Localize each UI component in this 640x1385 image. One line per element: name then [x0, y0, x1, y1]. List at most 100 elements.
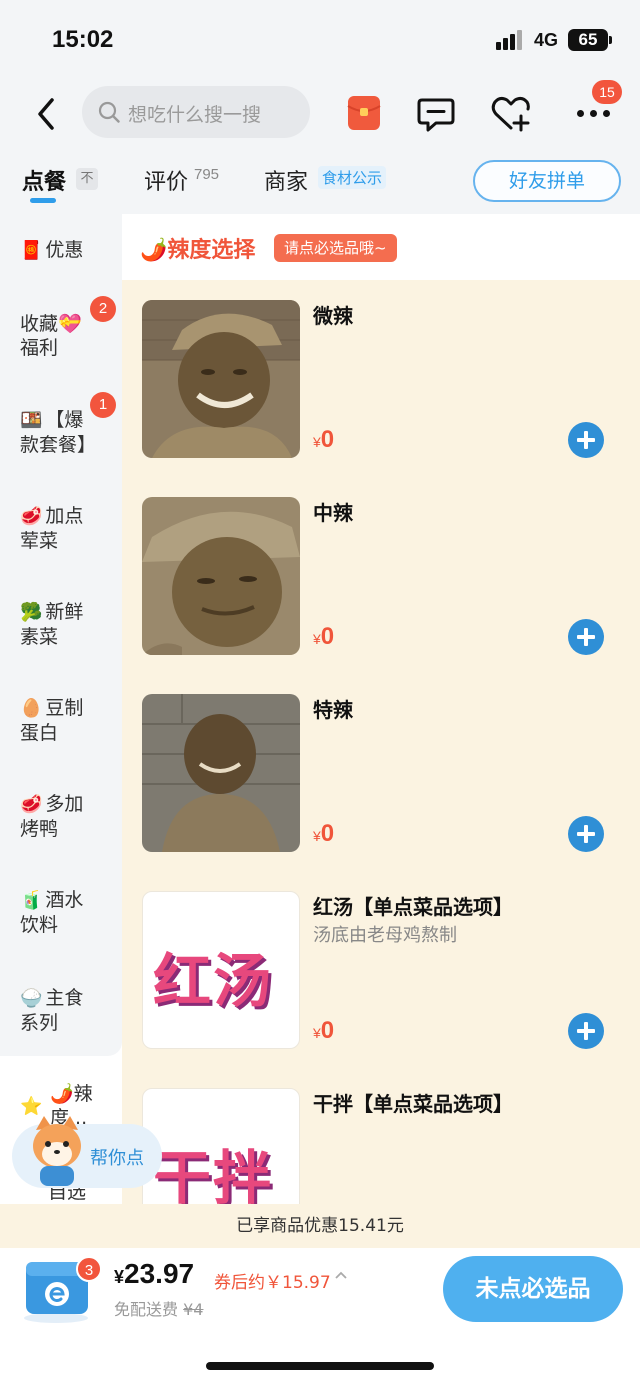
delivery-label: 免配送费: [114, 1300, 179, 1319]
shiba-mascot-icon: [33, 1116, 81, 1186]
product-price: ¥0: [313, 820, 335, 847]
signal-icon: [496, 30, 524, 50]
more-icon[interactable]: [574, 110, 614, 120]
coupon-price[interactable]: 券后约￥15.97: [214, 1268, 331, 1293]
sidebar-item-label: 素菜: [20, 626, 59, 648]
product-price: ¥0: [313, 426, 335, 453]
red-packet-icon[interactable]: [346, 94, 382, 132]
product-image-text: 红汤: [153, 947, 274, 1015]
tab-active-indicator: [30, 198, 56, 203]
product-image: [142, 694, 300, 852]
product-card[interactable]: 红汤 红汤【单点菜品选项】 汤底由老母鸡熬制 ¥0: [140, 891, 640, 1061]
sidebar-item-label: 系列: [20, 1012, 59, 1034]
sidebar-item-label: 主食: [45, 987, 84, 1009]
delivery-old-price: ¥4: [183, 1300, 204, 1319]
network-type: 4G: [534, 30, 559, 50]
product-name: 干拌【单点菜品选项】: [313, 1092, 513, 1116]
sidebar-item-drinks[interactable]: 🧃 酒水 饮料: [20, 888, 116, 937]
tab-bar: 点餐 不 评价 795 商家 食材公示 好友拼单: [0, 150, 640, 214]
product-name: 中辣: [313, 501, 353, 525]
sidebar-item-label: 新鲜: [45, 601, 84, 623]
helper-label: 帮你点: [90, 1148, 144, 1169]
egg-icon: 🥚: [20, 698, 43, 719]
total-price: ¥23.97: [114, 1258, 195, 1289]
top-nav: 想吃什么搜一搜 15: [0, 80, 640, 150]
add-to-cart-button[interactable]: [568, 816, 604, 852]
product-desc: 汤底由老母鸡熬制: [313, 925, 457, 946]
product-name: 微辣: [313, 304, 353, 328]
search-icon: [98, 101, 120, 123]
rice-icon: 🍚: [20, 988, 43, 1009]
sidebar-item-label: 【爆: [45, 409, 84, 431]
sidebar-item-label: 饮料: [20, 914, 59, 936]
battery-icon: 65: [568, 29, 612, 51]
sidebar-item-meat[interactable]: 🥩 加点 荤菜: [20, 504, 116, 553]
sidebar-item-staples[interactable]: 🍚 主食 系列: [20, 986, 116, 1035]
coupon-icon: 🧧: [20, 240, 43, 261]
meat-icon: 🥩: [20, 506, 43, 527]
add-to-cart-button[interactable]: [568, 619, 604, 655]
status-bar: 15:02 4G 65: [0, 0, 640, 80]
sidebar-badge: 1: [90, 392, 116, 418]
sidebar-item-label: 加点: [45, 505, 84, 527]
message-icon[interactable]: [416, 94, 456, 134]
tab-order[interactable]: 点餐: [22, 164, 66, 196]
checkout-button[interactable]: 未点必选品: [443, 1256, 623, 1322]
home-indicator: [206, 1362, 434, 1370]
sidebar-item-tofu-egg[interactable]: 🥚 豆制 蛋白: [20, 696, 116, 745]
product-name: 特辣: [313, 698, 353, 722]
sidebar-item-label: 款套餐】: [20, 434, 97, 456]
discount-banner: 已享商品优惠15.41元: [0, 1204, 640, 1248]
sidebar-item-roast-duck[interactable]: 🥩 多加 烤鸭: [20, 792, 116, 841]
search-input[interactable]: 想吃什么搜一搜: [82, 86, 310, 138]
product-card[interactable]: 中辣 ¥0: [140, 497, 640, 667]
tab-review[interactable]: 评价: [144, 164, 188, 196]
chevron-up-icon[interactable]: [334, 1268, 348, 1282]
tab-order-tag: 不: [76, 168, 98, 190]
section-title: 🌶️辣度选择: [140, 238, 256, 263]
product-card[interactable]: 特辣 ¥0: [140, 694, 640, 864]
product-price: ¥0: [313, 1017, 335, 1044]
meat-icon: 🥩: [20, 794, 43, 815]
required-tag: 请点必选品哦~: [274, 234, 397, 262]
product-name: 红汤【单点菜品选项】: [313, 895, 513, 919]
delivery-fee: 免配送费 ¥4: [114, 1296, 203, 1320]
tab-merchant[interactable]: 商家: [264, 164, 308, 196]
back-icon[interactable]: [32, 96, 62, 132]
product-price: ¥0: [313, 623, 335, 650]
add-to-cart-button[interactable]: [568, 422, 604, 458]
sidebar-item-label: 蛋白: [20, 722, 59, 744]
product-card[interactable]: 干拌 干拌【单点菜品选项】: [140, 1088, 640, 1204]
more-badge: 15: [592, 80, 622, 104]
add-to-cart-button[interactable]: [568, 1013, 604, 1049]
checkout-bar: 3 ¥23.97 券后约￥15.97 免配送费 ¥4 未点必选品: [0, 1248, 640, 1385]
sidebar-item-label: 荤菜: [20, 530, 59, 552]
tab-merchant-tag[interactable]: 食材公示: [318, 166, 387, 189]
sidebar-item-label: 福利: [20, 337, 59, 359]
cart-badge: 3: [76, 1256, 102, 1282]
broccoli-icon: 🥦: [20, 602, 43, 623]
favorite-add-icon[interactable]: [490, 94, 532, 134]
product-image: 干拌: [142, 1088, 300, 1204]
sidebar-item-label: 烤鸭: [20, 818, 59, 840]
sidebar-item-discount[interactable]: 🧧 优惠: [20, 238, 116, 263]
tab-review-count: 795: [194, 166, 220, 183]
drink-icon: 🧃: [20, 890, 43, 911]
search-placeholder: 想吃什么搜一搜: [128, 104, 262, 126]
bento-icon: 🍱: [20, 410, 43, 431]
status-time: 15:02: [52, 26, 114, 53]
order-helper-button[interactable]: 帮你点: [12, 1116, 162, 1188]
sidebar-item-label: 🌶️辣: [50, 1083, 93, 1105]
sidebar-badge: 2: [90, 296, 116, 322]
sidebar-item-label: 豆制: [45, 697, 84, 719]
product-image: 红汤: [142, 891, 300, 1049]
sidebar-item-label: 优惠: [45, 239, 84, 261]
sidebar-item-label: 酒水: [45, 889, 84, 911]
product-image-text: 干拌: [153, 1144, 274, 1204]
product-card[interactable]: 微辣 ¥0: [140, 300, 640, 470]
product-image: [142, 497, 300, 655]
group-order-button[interactable]: 好友拼单: [473, 160, 621, 202]
sidebar-item-vegetables[interactable]: 🥦 新鲜 素菜: [20, 600, 116, 649]
sidebar-item-label: 多加: [45, 793, 84, 815]
product-image: [142, 300, 300, 458]
